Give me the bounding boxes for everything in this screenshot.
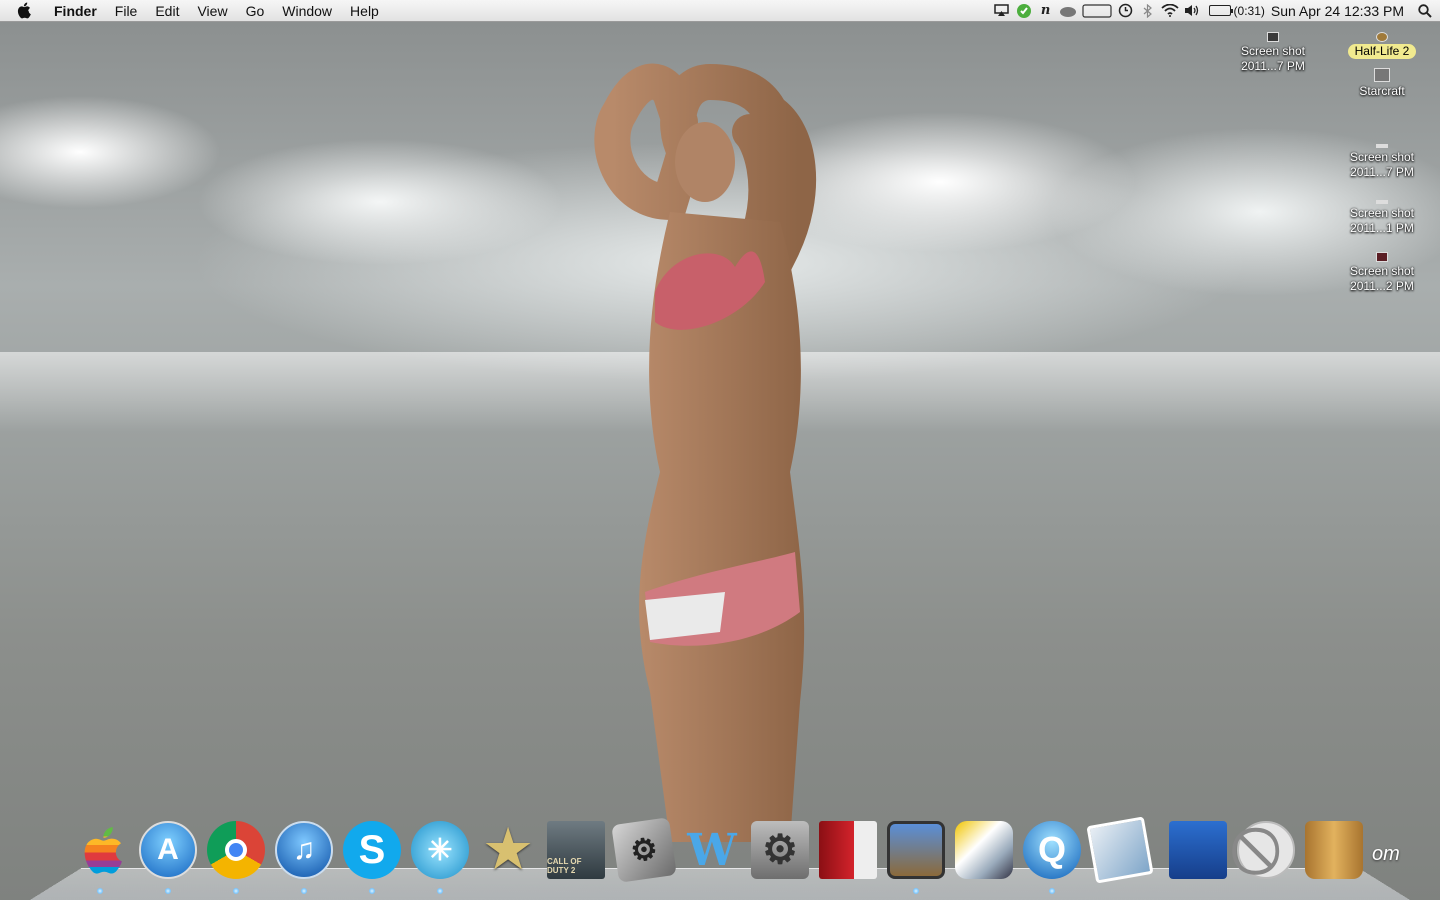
dock-trash[interactable] bbox=[1300, 816, 1368, 884]
frostwire-icon: ✳ bbox=[411, 821, 469, 879]
system-preferences-icon: ⚙ bbox=[751, 821, 809, 879]
desktop-file-name: Screen shot bbox=[1337, 150, 1427, 165]
running-indicator bbox=[369, 888, 375, 894]
file-thumbnail-icon bbox=[1376, 144, 1388, 148]
character-icon bbox=[955, 821, 1013, 879]
starcraft-icon bbox=[1374, 68, 1390, 82]
wallpaper-figure bbox=[560, 52, 860, 852]
dock: A ♫ S ✳ ★ CALL OF DUTY 2 ⚙ W ⚙ Q om bbox=[66, 814, 1400, 884]
wifi-icon[interactable] bbox=[1159, 0, 1181, 22]
desktop-file-date: 2011...2 PM bbox=[1337, 279, 1427, 294]
dock-iphoto[interactable] bbox=[1086, 816, 1154, 884]
no-entry-icon: ⃠ bbox=[1237, 821, 1295, 879]
desktop-file-screenshot-2[interactable]: Screen shot 2011...7 PM bbox=[1337, 144, 1427, 180]
airplay-icon[interactable] bbox=[991, 0, 1013, 22]
dock-steam[interactable]: ⚙ bbox=[610, 816, 678, 884]
n-icon[interactable]: n bbox=[1035, 0, 1057, 22]
menu-file[interactable]: File bbox=[106, 0, 147, 22]
dock-itunes[interactable]: ♫ bbox=[270, 816, 338, 884]
file-thumbnail-icon bbox=[1376, 252, 1388, 262]
dock-wunderlist[interactable]: W bbox=[678, 816, 746, 884]
chrome-center bbox=[225, 839, 247, 861]
finder-icon bbox=[71, 821, 129, 879]
dock-finder[interactable] bbox=[66, 816, 134, 884]
file-thumbnail-icon bbox=[1267, 32, 1279, 42]
iphoto-icon bbox=[1086, 816, 1153, 883]
dock-system-preferences[interactable]: ⚙ bbox=[746, 816, 814, 884]
bluetooth-icon[interactable] bbox=[1137, 0, 1159, 22]
desktop-app-name: Half-Life 2 bbox=[1348, 44, 1417, 59]
desktop-file-screenshot-4[interactable]: Screen shot 2011...2 PM bbox=[1337, 252, 1427, 294]
desktop-file-name: Screen shot bbox=[1337, 206, 1427, 221]
dock-character-app[interactable] bbox=[950, 816, 1018, 884]
desktop-file-date: 2011...1 PM bbox=[1337, 221, 1427, 236]
call-of-duty-2-icon: CALL OF DUTY 2 bbox=[547, 821, 605, 879]
volume-icon[interactable] bbox=[1181, 0, 1203, 22]
imovie-icon: ★ bbox=[479, 821, 537, 879]
running-indicator bbox=[437, 888, 443, 894]
dock-frostwire[interactable]: ✳ bbox=[406, 816, 474, 884]
cloud-icon[interactable] bbox=[1057, 0, 1079, 22]
display-icon[interactable] bbox=[1079, 0, 1115, 22]
battery-icon bbox=[1209, 5, 1231, 16]
file-thumbnail-icon bbox=[1376, 200, 1388, 204]
dock-imovie[interactable]: ★ bbox=[474, 816, 542, 884]
menu-view[interactable]: View bbox=[188, 0, 236, 22]
running-indicator bbox=[301, 888, 307, 894]
menu-go[interactable]: Go bbox=[237, 0, 274, 22]
dock-app-store[interactable]: A bbox=[134, 816, 202, 884]
photo-booth-icon bbox=[819, 821, 877, 879]
dock-skype[interactable]: S bbox=[338, 816, 406, 884]
running-indicator bbox=[97, 888, 103, 894]
running-indicator bbox=[1049, 888, 1055, 894]
running-indicator bbox=[233, 888, 239, 894]
wunderlist-icon: W bbox=[683, 821, 741, 879]
menu-help[interactable]: Help bbox=[341, 0, 388, 22]
desktop-file-name: Screen shot bbox=[1337, 264, 1427, 279]
dock-game[interactable] bbox=[882, 816, 950, 884]
dock-call-of-duty-2[interactable]: CALL OF DUTY 2 bbox=[542, 816, 610, 884]
desktop-file-name: Screen shot bbox=[1228, 44, 1318, 59]
battery-indicator[interactable]: (0:31) bbox=[1203, 4, 1265, 18]
menu-window[interactable]: Window bbox=[273, 0, 341, 22]
quicktime-icon: Q bbox=[1023, 821, 1081, 879]
evernote-icon[interactable] bbox=[1013, 0, 1035, 22]
dock-quicktime[interactable]: Q bbox=[1018, 816, 1086, 884]
dock-photo-booth[interactable] bbox=[814, 816, 882, 884]
running-indicator bbox=[913, 888, 919, 894]
desktop-file-date: 2011...7 PM bbox=[1228, 59, 1318, 74]
menu-bar: Finder File Edit View Go Window Help n (… bbox=[0, 0, 1440, 22]
menu-edit[interactable]: Edit bbox=[146, 0, 188, 22]
dock-chrome[interactable] bbox=[202, 816, 270, 884]
desktop-file-screenshot-1[interactable]: Screen shot 2011...7 PM bbox=[1228, 32, 1318, 74]
desktop-file-date: 2011...7 PM bbox=[1337, 165, 1427, 180]
dock-vuze[interactable] bbox=[1164, 816, 1232, 884]
chrome-icon bbox=[207, 821, 265, 879]
menu-app-name[interactable]: Finder bbox=[46, 0, 106, 22]
itunes-icon: ♫ bbox=[275, 821, 333, 879]
desktop-app-starcraft[interactable]: Starcraft bbox=[1337, 68, 1427, 99]
trash-icon bbox=[1305, 821, 1363, 879]
skype-icon: S bbox=[343, 821, 401, 879]
app-store-icon: A bbox=[139, 821, 197, 879]
dock-no-entry[interactable]: ⃠ bbox=[1232, 816, 1300, 884]
desktop-wallpaper bbox=[0, 22, 1440, 900]
half-life-icon bbox=[1376, 32, 1388, 42]
dock-trailing-text: om bbox=[1368, 843, 1400, 884]
game-icon bbox=[887, 821, 945, 879]
battery-time: (0:31) bbox=[1234, 4, 1265, 18]
desktop-file-screenshot-3[interactable]: Screen shot 2011...1 PM bbox=[1337, 200, 1427, 236]
steam-icon: ⚙ bbox=[611, 817, 677, 883]
vuze-icon bbox=[1169, 821, 1227, 879]
time-machine-icon[interactable] bbox=[1115, 0, 1137, 22]
desktop-app-half-life-2[interactable]: Half-Life 2 bbox=[1337, 32, 1427, 59]
spotlight-icon[interactable] bbox=[1410, 4, 1440, 18]
desktop-app-name: Starcraft bbox=[1337, 84, 1427, 99]
menubar-clock[interactable]: Sun Apr 24 12:33 PM bbox=[1265, 3, 1410, 19]
apple-menu-icon[interactable] bbox=[0, 2, 46, 19]
running-indicator bbox=[165, 888, 171, 894]
